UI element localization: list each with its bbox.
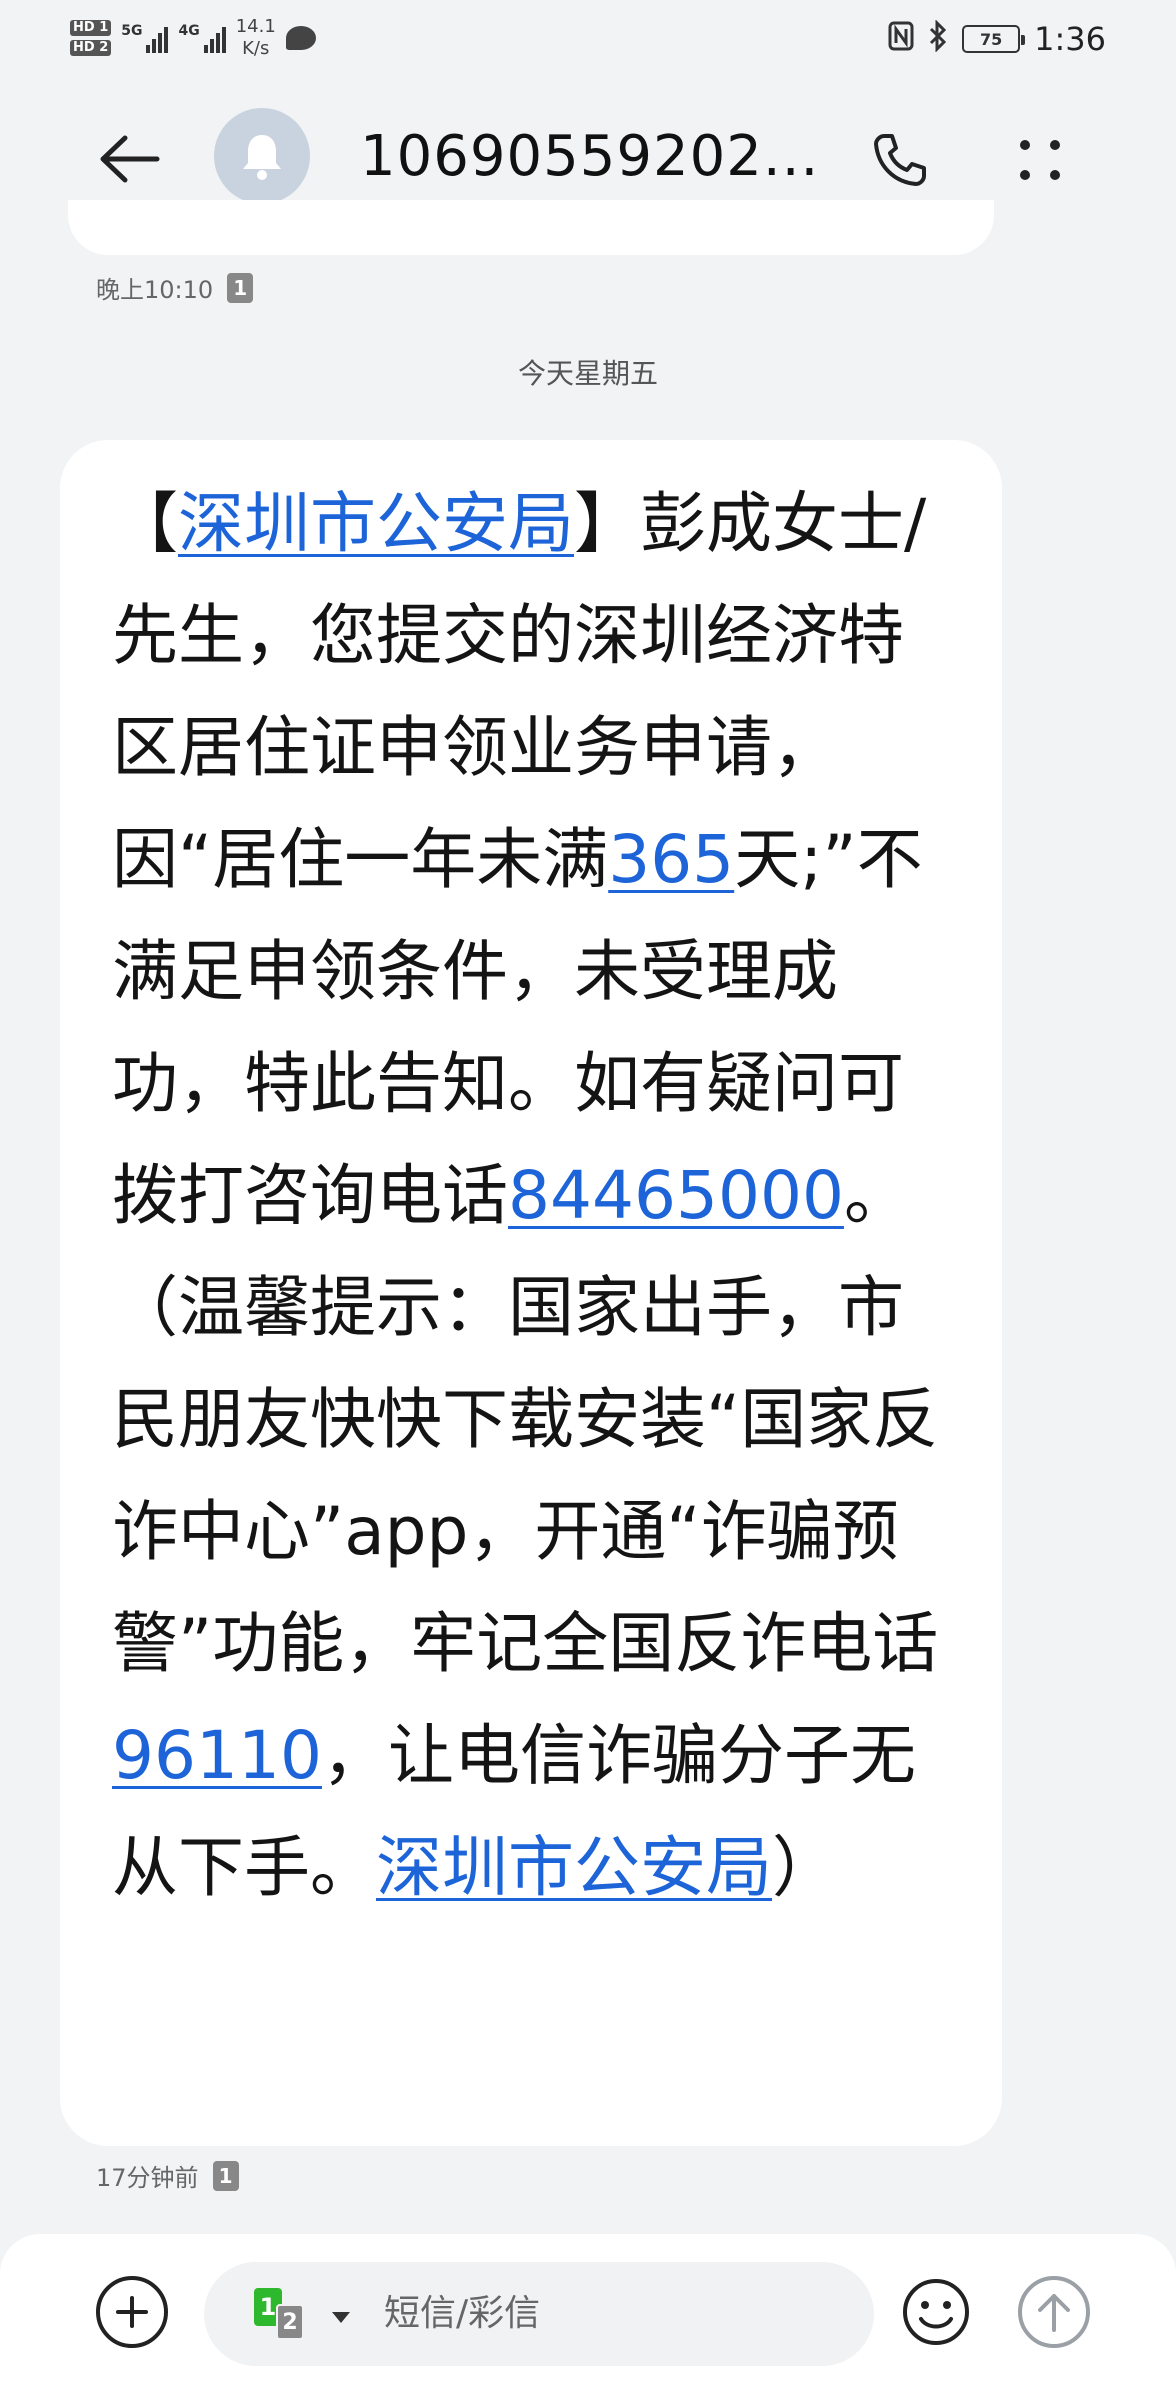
arrow-left-icon (100, 135, 160, 183)
sim2-icon: 2 (276, 2304, 304, 2340)
message-link-police-2[interactable]: 深圳市公安局 (376, 1829, 772, 1906)
smiley-icon (903, 2279, 969, 2345)
previous-message-meta: 晚上10:10 1 (96, 270, 254, 305)
message-time: 17分钟前 (96, 2164, 199, 2192)
back-button[interactable] (90, 124, 170, 194)
bell-icon (243, 135, 281, 180)
hd-indicators: HD 1 HD 2 (70, 20, 112, 56)
status-right: 75 1:36 (888, 14, 1106, 64)
message-link-police[interactable]: 深圳市公安局 (178, 485, 574, 562)
message-link-phone-84465000[interactable]: 84465000 (508, 1157, 844, 1234)
nfc-icon (888, 21, 914, 58)
network-speed: 14.1 K/s (236, 16, 276, 60)
plus-icon (116, 2296, 148, 2328)
bluetooth-icon (928, 18, 948, 59)
sim-selector[interactable]: 1 2 (254, 2288, 350, 2344)
add-attachment-button[interactable] (96, 2276, 168, 2348)
message-input[interactable]: 1 2 短信/彩信 (204, 2262, 874, 2366)
sim1-signal-icon: 5G (121, 23, 169, 53)
avatar[interactable] (214, 108, 310, 204)
previous-message-time: 晚上10:10 (96, 276, 214, 304)
send-button[interactable] (1018, 2276, 1090, 2348)
previous-message-sim-badge: 1 (227, 272, 254, 303)
message-text-seg6: ） (772, 1829, 838, 1906)
previous-message-bubble[interactable] (68, 200, 994, 255)
call-button[interactable] (860, 120, 940, 200)
chevron-down-icon (332, 2312, 350, 2323)
network-speed-value: 14.1 (235, 16, 276, 37)
more-dots-icon (1020, 140, 1060, 180)
message-link-phone-96110[interactable]: 96110 (112, 1717, 322, 1794)
sim2-signal-icon: 4G (178, 23, 226, 53)
status-bar: HD 1 HD 2 5G 4G 14.1 K/s 75 1:36 (0, 0, 1176, 80)
more-options-button[interactable] (1000, 120, 1080, 200)
hd1-badge: HD 1 (70, 20, 112, 36)
message-text-seg4: 。（温馨提示：国家出手，市民朋友快快下载安装“国家反诈中心”app，开通“诈骗预… (112, 1157, 939, 1682)
hd2-badge: HD 2 (70, 40, 112, 56)
emoji-button[interactable] (900, 2276, 972, 2348)
message-meta: 17分钟前 1 (96, 2158, 239, 2193)
contact-number[interactable]: 10690559202... (360, 120, 820, 194)
compose-bar: 1 2 短信/彩信 (0, 2234, 1176, 2400)
sim1-network-label: 5G (121, 23, 143, 39)
message-input-placeholder: 短信/彩信 (384, 2293, 541, 2334)
message-link-365[interactable]: 365 (608, 821, 734, 898)
message-sim-badge: 1 (212, 2160, 239, 2191)
message-text-seg1: 【 (112, 485, 178, 562)
date-separator: 今天星期五 (517, 357, 658, 390)
network-speed-unit: K/s (242, 38, 270, 59)
status-left: HD 1 HD 2 5G 4G 14.1 K/s (70, 8, 316, 68)
chat-notification-icon (285, 26, 316, 50)
status-clock: 1:36 (1034, 20, 1106, 58)
phone-icon (874, 134, 926, 186)
arrow-up-icon (1038, 2294, 1070, 2332)
message-text: 【深圳市公安局】彭成女士/先生，您提交的深圳经济特区居住证申领业务申请，因“居住… (112, 468, 952, 1924)
battery-icon: 75 (962, 25, 1026, 53)
sim2-network-label: 4G (178, 23, 200, 39)
